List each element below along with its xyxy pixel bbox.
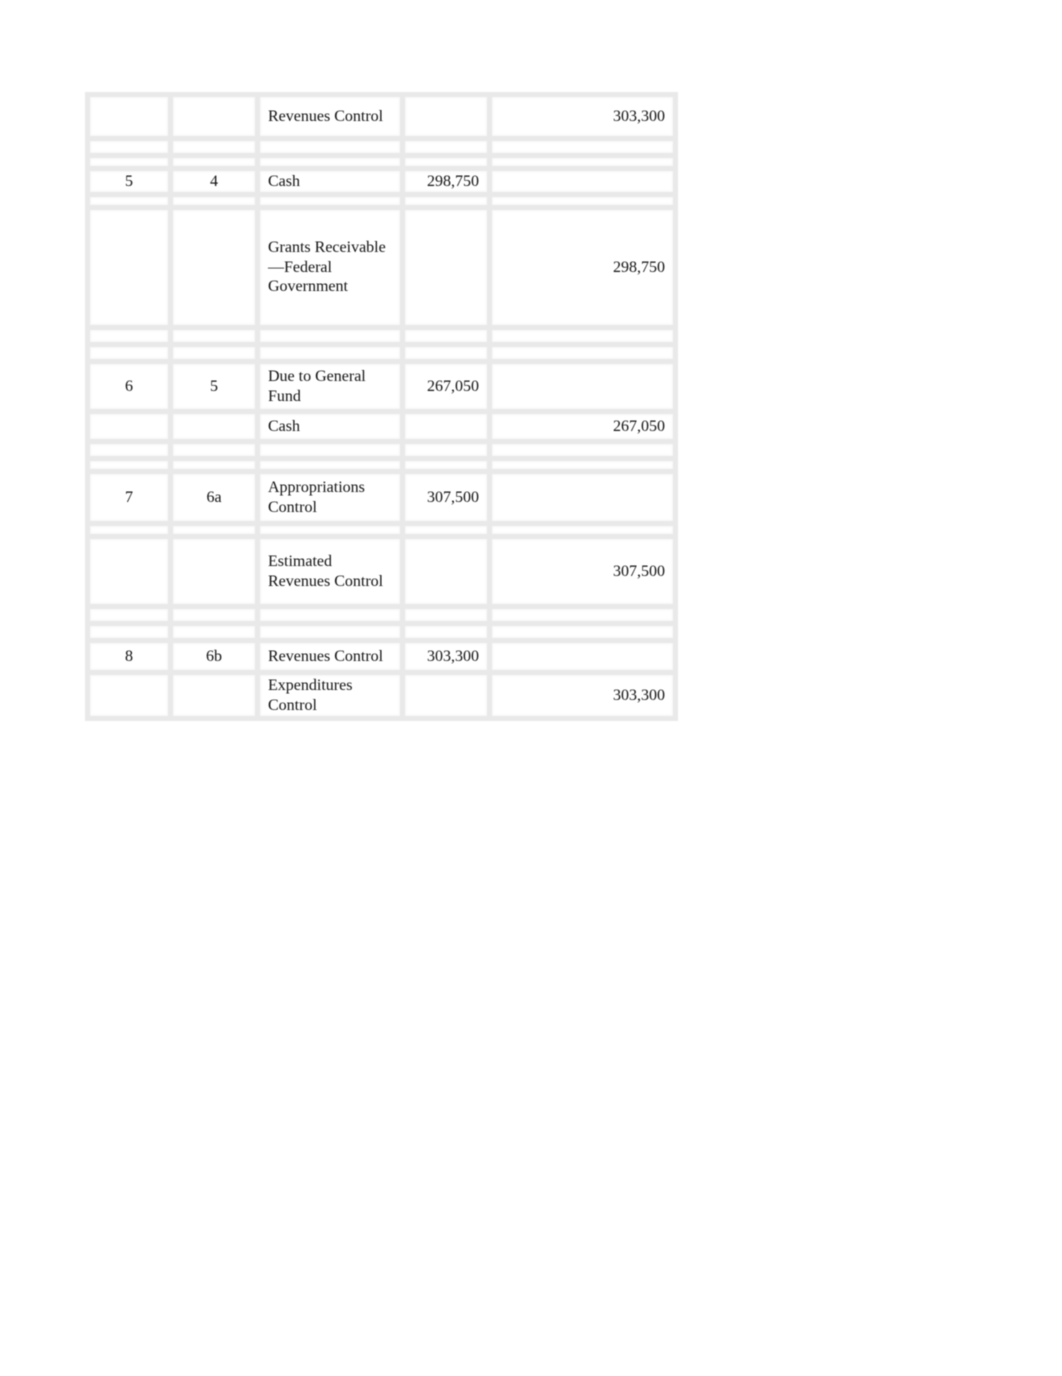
journal-row: 8 6b Revenues Control 303,300 <box>85 638 678 675</box>
journal-row: 7 6a Appropriations Control 307,500 <box>85 469 678 526</box>
account-cell: Appropriations Control <box>255 469 405 526</box>
account-cell: Revenues Control <box>255 638 405 675</box>
transaction-number-cell: 4 <box>168 166 260 197</box>
transaction-number-cell: 6a <box>168 469 260 526</box>
transaction-number-cell <box>168 409 260 444</box>
entry-number-cell: 7 <box>85 469 173 526</box>
entry-number-cell: 8 <box>85 638 173 675</box>
account-cell: Cash <box>255 409 405 444</box>
credit-cell <box>487 359 678 414</box>
journal-row: 5 4 Cash 298,750 <box>85 166 678 197</box>
account-cell: Grants Receivable—Federal Government <box>255 205 405 330</box>
credit-cell: 307,500 <box>487 534 678 609</box>
account-cell: Due to General Fund <box>255 359 405 414</box>
transaction-number-cell <box>168 205 260 330</box>
account-cell: Expenditures Control <box>255 670 405 721</box>
debit-cell: 307,500 <box>400 469 492 526</box>
debit-cell: 298,750 <box>400 166 492 197</box>
transaction-number-cell: 6b <box>168 638 260 675</box>
debit-cell <box>400 670 492 721</box>
journal-entries-table: Revenues Control 303,300 5 4 Cash 298,75… <box>85 92 678 721</box>
spacer-row <box>85 153 678 171</box>
account-cell: Cash <box>255 166 405 197</box>
credit-cell <box>487 469 678 526</box>
spacer-row <box>85 456 678 474</box>
account-cell: Revenues Control <box>255 92 405 141</box>
entry-number-cell: 5 <box>85 166 173 197</box>
credit-cell <box>487 638 678 675</box>
credit-cell: 267,050 <box>487 409 678 444</box>
transaction-number-cell <box>168 670 260 721</box>
credit-cell: 298,750 <box>487 205 678 330</box>
spacer-row <box>85 325 678 347</box>
entry-number-cell <box>85 409 173 444</box>
journal-row: Grants Receivable—Federal Government 298… <box>85 205 678 330</box>
spacer-row <box>85 521 678 539</box>
transaction-number-cell <box>168 92 260 141</box>
entry-number-cell: 6 <box>85 359 173 414</box>
debit-cell: 303,300 <box>400 638 492 675</box>
journal-row: Estimated Revenues Control 307,500 <box>85 534 678 609</box>
account-cell: Estimated Revenues Control <box>255 534 405 609</box>
debit-cell <box>400 409 492 444</box>
spacer-row <box>85 439 678 461</box>
debit-cell: 267,050 <box>400 359 492 414</box>
entry-number-cell <box>85 205 173 330</box>
debit-cell <box>400 92 492 141</box>
journal-row: 6 5 Due to General Fund 267,050 <box>85 359 678 414</box>
credit-cell: 303,300 <box>487 92 678 141</box>
entry-number-cell <box>85 670 173 721</box>
entry-number-cell <box>85 534 173 609</box>
spacer-row <box>85 192 678 210</box>
credit-cell <box>487 166 678 197</box>
journal-row: Expenditures Control 303,300 <box>85 670 678 721</box>
credit-cell: 303,300 <box>487 670 678 721</box>
debit-cell <box>400 205 492 330</box>
debit-cell <box>400 534 492 609</box>
journal-row: Cash 267,050 <box>85 409 678 444</box>
spacer-row <box>85 604 678 626</box>
spacer-row <box>85 621 678 643</box>
journal-sheet: Revenues Control 303,300 5 4 Cash 298,75… <box>85 92 678 721</box>
spacer-row <box>85 136 678 158</box>
transaction-number-cell <box>168 534 260 609</box>
entry-number-cell <box>85 92 173 141</box>
journal-row: Revenues Control 303,300 <box>85 92 678 141</box>
transaction-number-cell: 5 <box>168 359 260 414</box>
spacer-row <box>85 342 678 364</box>
